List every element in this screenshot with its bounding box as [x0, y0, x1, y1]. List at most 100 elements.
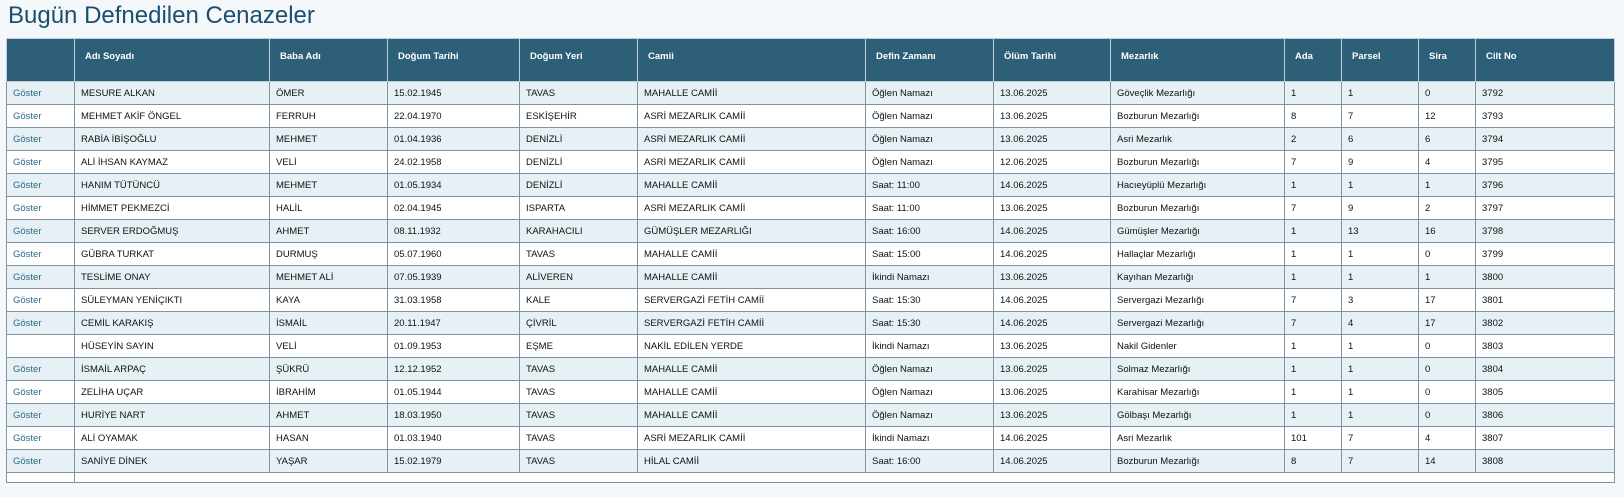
birth-date-cell: 01.09.1953 — [387, 334, 520, 358]
show-link[interactable]: Göster — [6, 219, 75, 243]
mosque-cell: ASRİ MEZARLIK CAMİİ — [637, 150, 866, 174]
show-link[interactable]: Göster — [6, 380, 75, 404]
cemetery-cell: Karahisar Mezarlığı — [1110, 380, 1285, 404]
birth-place-cell: TAVAS — [519, 403, 638, 427]
death-date-cell: 13.06.2025 — [993, 403, 1111, 427]
death-date-cell: 13.06.2025 — [993, 380, 1111, 404]
burial-time-cell: Saat: 16:00 — [865, 449, 994, 473]
father-name-cell: MEHMET ALİ — [269, 265, 388, 289]
show-link[interactable]: Göster — [6, 173, 75, 197]
block-cell: 7 — [1284, 150, 1342, 174]
show-link[interactable]: Göster — [6, 288, 75, 312]
death-date-cell: 13.06.2025 — [993, 127, 1111, 151]
birth-place-column-header: Doğum Yeri — [519, 38, 638, 82]
volume-no-cell: 3793 — [1475, 104, 1615, 128]
father-name-cell: ŞÜKRÜ — [269, 357, 388, 381]
mosque-cell: ASRİ MEZARLIK CAMİİ — [637, 426, 866, 450]
table-row: Göster ALİ OYAMAK HASAN 01.03.1940 TAVAS ASRİ… — [6, 426, 1615, 450]
show-link[interactable]: Göster — [6, 150, 75, 174]
father-name-cell: VELİ — [269, 150, 388, 174]
birth-place-cell: TAVAS — [519, 242, 638, 266]
row-number-cell: 1 — [1418, 173, 1476, 197]
plot-cell: 3 — [1341, 288, 1419, 312]
mosque-cell: MAHALLE CAMİİ — [637, 357, 866, 381]
full-name-cell: SERVER ERDOĞMUŞ — [74, 219, 270, 243]
show-link[interactable]: Göster — [6, 357, 75, 381]
show-link[interactable]: Göster — [6, 449, 75, 473]
burial-time-cell: Saat: 11:00 — [865, 196, 994, 220]
mosque-cell: SERVERGAZİ FETİH CAMİİ — [637, 288, 866, 312]
father-name-cell: ÖMER — [269, 81, 388, 105]
cemetery-cell: Hallaçlar Mezarlığı — [1110, 242, 1285, 266]
row-number-cell: 0 — [1418, 403, 1476, 427]
mosque-cell: MAHALLE CAMİİ — [637, 242, 866, 266]
death-date-cell: 14.06.2025 — [993, 311, 1111, 335]
empty-link-cell — [6, 334, 75, 358]
burial-time-cell: Öğlen Namazı — [865, 150, 994, 174]
death-date-cell: 14.06.2025 — [993, 173, 1111, 197]
show-link[interactable]: Göster — [6, 242, 75, 266]
birth-date-cell: 12.12.1952 — [387, 357, 520, 381]
father-name-cell: HASAN — [269, 426, 388, 450]
cemetery-cell: Solmaz Mezarlığı — [1110, 357, 1285, 381]
block-cell: 1 — [1284, 81, 1342, 105]
full-name-cell: MESURE ALKAN — [74, 81, 270, 105]
father-name-cell: HALİL — [269, 196, 388, 220]
show-link[interactable]: Göster — [6, 403, 75, 427]
death-date-cell: 14.06.2025 — [993, 449, 1111, 473]
row-number-cell: 0 — [1418, 357, 1476, 381]
row-number-cell: 4 — [1418, 426, 1476, 450]
death-date-cell: 14.06.2025 — [993, 426, 1111, 450]
plot-cell: 1 — [1341, 242, 1419, 266]
row-number-cell: 4 — [1418, 150, 1476, 174]
full-name-cell: SANİYE DİNEK — [74, 449, 270, 473]
row-number-cell: 0 — [1418, 242, 1476, 266]
show-link[interactable]: Göster — [6, 127, 75, 151]
father-name-cell: AHMET — [269, 219, 388, 243]
birth-place-cell: TAVAS — [519, 449, 638, 473]
death-date-cell: 14.06.2025 — [993, 288, 1111, 312]
table-row: Göster SERVER ERDOĞMUŞ AHMET 08.11.1932 KARA… — [6, 219, 1615, 243]
birth-place-cell: TAVAS — [519, 357, 638, 381]
show-link[interactable]: Göster — [6, 265, 75, 289]
block-cell: 1 — [1284, 403, 1342, 427]
show-link[interactable]: Göster — [6, 196, 75, 220]
show-link[interactable]: Göster — [6, 81, 75, 105]
block-cell: 101 — [1284, 426, 1342, 450]
death-date-cell: 13.06.2025 — [993, 357, 1111, 381]
show-link[interactable]: Göster — [6, 311, 75, 335]
mosque-cell: ASRİ MEZARLIK CAMİİ — [637, 127, 866, 151]
mosque-cell: SERVERGAZİ FETİH CAMİİ — [637, 311, 866, 335]
block-cell: 7 — [1284, 196, 1342, 220]
cemetery-cell: Nakil Gidenler — [1110, 334, 1285, 358]
full-name-cell: TESLİME ONAY — [74, 265, 270, 289]
full-name-cell: HİMMET PEKMEZCİ — [74, 196, 270, 220]
mosque-cell: MAHALLE CAMİİ — [637, 81, 866, 105]
table-row: Göster HANIM TÜTÜNCÜ MEHMET 01.05.1934 DENİZ… — [6, 173, 1615, 197]
full-name-cell: GÜBRA TURKAT — [74, 242, 270, 266]
plot-cell: 1 — [1341, 265, 1419, 289]
father-name-column-header: Baba Adı — [269, 38, 388, 82]
row-number-cell: 14 — [1418, 449, 1476, 473]
death-date-cell: 13.06.2025 — [993, 196, 1111, 220]
block-cell: 1 — [1284, 380, 1342, 404]
burial-time-cell: Saat: 11:00 — [865, 173, 994, 197]
burial-time-cell: Öğlen Namazı — [865, 104, 994, 128]
show-link[interactable]: Göster — [6, 426, 75, 450]
cemetery-cell: Asri Mezarlık — [1110, 426, 1285, 450]
volume-no-cell: 3805 — [1475, 380, 1615, 404]
death-date-cell: 14.06.2025 — [993, 242, 1111, 266]
burial-time-cell: Saat: 15:30 — [865, 288, 994, 312]
table-row: HÜSEYİN SAYIN VELİ 01.09.1953 EŞME NAKİL EDİ… — [6, 334, 1615, 358]
plot-cell: 9 — [1341, 150, 1419, 174]
show-link[interactable]: Göster — [6, 104, 75, 128]
table-row: Göster HİMMET PEKMEZCİ HALİL 02.04.1945 ISPA… — [6, 196, 1615, 220]
volume-no-cell: 3803 — [1475, 334, 1615, 358]
cemetery-cell: Bozburun Mezarlığı — [1110, 196, 1285, 220]
mosque-cell: ASRİ MEZARLIK CAMİİ — [637, 196, 866, 220]
burial-time-cell: Saat: 16:00 — [865, 219, 994, 243]
full-name-cell: HANIM TÜTÜNCÜ — [74, 173, 270, 197]
cemetery-cell: Hacıeyüplü Mezarlığı — [1110, 173, 1285, 197]
plot-cell: 6 — [1341, 127, 1419, 151]
table-footer-row — [6, 472, 1615, 483]
